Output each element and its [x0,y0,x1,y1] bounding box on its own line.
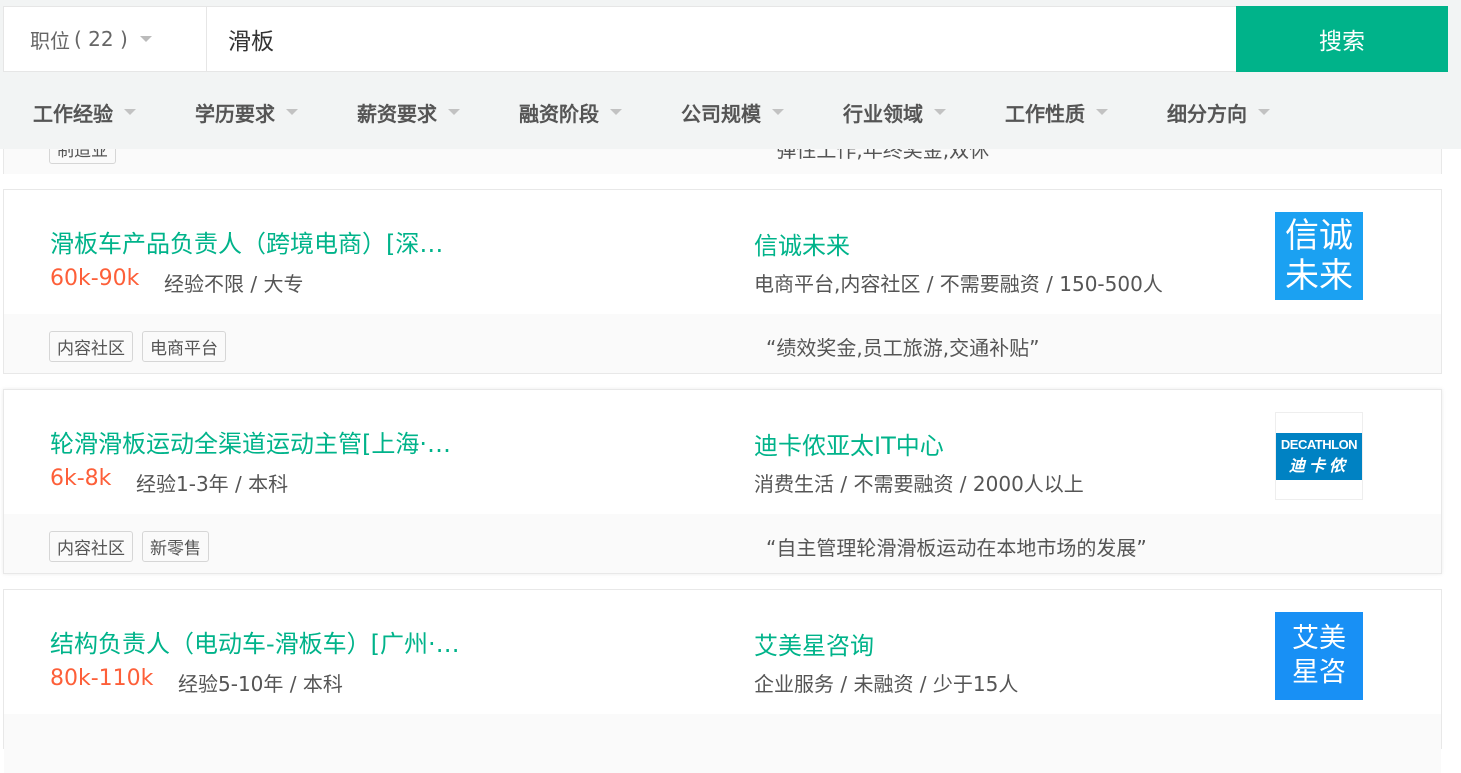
job-requirements: 经验不限 / 大专 [164,272,304,296]
chevron-down-icon [1096,109,1108,115]
chevron-down-icon [286,109,298,115]
job-requirements: 经验1-3年 / 本科 [136,472,289,496]
filter-label: 薪资要求 [357,101,437,126]
search-button[interactable]: 搜索 [1236,6,1448,72]
job-card-top: 轮滑滑板运动全渠道运动主管[上海·… 6k-8k 经验1-3年 / 本科 迪卡侬… [4,390,1441,514]
company-logo-text: 未来 [1285,256,1353,296]
chevron-down-icon [772,109,784,115]
job-salary: 60k-90k [50,266,140,291]
filter-job-nature[interactable]: 工作性质 [1005,94,1108,130]
chevron-down-icon [124,109,136,115]
filter-label: 学历要求 [195,101,275,126]
filter-label: 公司规模 [681,101,761,126]
job-tag[interactable]: 电商平台 [142,331,226,362]
job-requirements: 经验5-10年 / 本科 [178,672,343,696]
company-name-link[interactable]: 艾美星咨询 [754,626,874,661]
chevron-down-icon [934,109,946,115]
job-benefit: “绩效奖金,员工旅游,交通补贴” [766,336,1040,360]
job-salary: 80k-110k [50,666,154,691]
filter-label: 工作性质 [1005,101,1085,126]
chevron-down-icon [448,109,460,115]
company-info: 消费生活 / 不需要融资 / 2000人以上 [754,472,1084,496]
job-card[interactable]: 轮滑滑板运动全渠道运动主管[上海·… 6k-8k 经验1-3年 / 本科 迪卡侬… [3,389,1442,574]
company-name-link[interactable]: 迪卡侬亚太IT中心 [754,426,944,461]
filter-salary[interactable]: 薪资要求 [357,94,460,130]
filter-company-size[interactable]: 公司规模 [681,94,784,130]
chevron-down-icon [139,36,152,42]
job-tag[interactable]: 内容社区 [49,531,133,562]
company-logo-text: 艾美 [1292,623,1346,654]
job-card-bottom [4,714,1441,773]
filter-work-experience[interactable]: 工作经验 [33,94,136,130]
filter-industry[interactable]: 行业领域 [843,94,946,130]
job-benefit: “自主管理轮滑滑板运动在本地市场的发展” [766,536,1147,560]
filter-subdirection[interactable]: 细分方向 [1167,94,1270,130]
company-logo-text: 迪卡侬 [1288,455,1349,475]
company-name-link[interactable]: 信诚未来 [754,226,850,261]
job-title-link[interactable]: 结构负责人（电动车-滑板车）[广州·… [50,624,460,659]
filter-label: 行业领域 [843,101,923,126]
job-card-top: 结构负责人（电动车-滑板车）[广州·… 80k-110k 经验5-10年 / 本… [4,590,1441,714]
company-logo[interactable]: 艾美 星咨 [1275,612,1363,700]
filter-education[interactable]: 学历要求 [195,94,298,130]
filter-bar: 工作经验 学历要求 薪资要求 融资阶段 公司规模 行业领域 工作性质 细分方向 [0,94,1461,134]
job-title-link[interactable]: 轮滑滑板运动全渠道运动主管[上海·… [50,424,451,459]
job-card[interactable]: 滑板车产品负责人（跨境电商）[深… 60k-90k 经验不限 / 大专 信诚未来… [3,189,1442,374]
company-info: 电商平台,内容社区 / 不需要融资 / 150-500人 [754,272,1163,296]
decathlon-logo-block: DECATHLON 迪卡侬 [1276,432,1362,480]
job-salary: 6k-8k [50,466,112,491]
job-tag[interactable]: 新零售 [142,531,209,562]
company-logo-text: 星咨 [1292,657,1346,688]
search-type-label: 职位 [30,28,70,53]
company-logo[interactable]: 信诚 未来 [1275,212,1363,300]
job-card-bottom: 内容社区 新零售 “自主管理轮滑滑板运动在本地市场的发展” [4,514,1441,573]
filter-label: 融资阶段 [519,101,599,126]
search-header: 职位 ( 22 ) 搜索 工作经验 学历要求 薪资要求 融资阶段 公司规模 行业… [0,0,1461,149]
job-tag[interactable]: 内容社区 [49,331,133,362]
job-tags: 内容社区 电商平台 [49,331,226,362]
company-logo[interactable]: DECATHLON 迪卡侬 [1275,412,1363,500]
job-card-top: 滑板车产品负责人（跨境电商）[深… 60k-90k 经验不限 / 大专 信诚未来… [4,190,1441,314]
job-card[interactable]: 结构负责人（电动车-滑板车）[广州·… 80k-110k 经验5-10年 / 本… [3,589,1442,773]
company-logo-text: DECATHLON [1280,436,1358,452]
job-title-link[interactable]: 滑板车产品负责人（跨境电商）[深… [50,224,443,259]
filter-label: 细分方向 [1167,101,1247,126]
filter-funding-stage[interactable]: 融资阶段 [519,94,622,130]
chevron-down-icon [610,109,622,115]
job-tags: 内容社区 新零售 [49,531,209,562]
company-logo-text: 信诚 [1285,216,1353,256]
search-type-select[interactable]: 职位 ( 22 ) [4,7,207,71]
job-card-bottom: 内容社区 电商平台 “绩效奖金,员工旅游,交通补贴” [4,314,1441,373]
chevron-down-icon [1258,109,1270,115]
search-input[interactable] [218,17,1238,61]
filter-label: 工作经验 [33,101,113,126]
search-bar: 职位 ( 22 ) 搜索 [3,6,1448,72]
search-type-count: ( 22 ) [74,27,128,51]
company-info: 企业服务 / 未融资 / 少于15人 [754,672,1019,696]
